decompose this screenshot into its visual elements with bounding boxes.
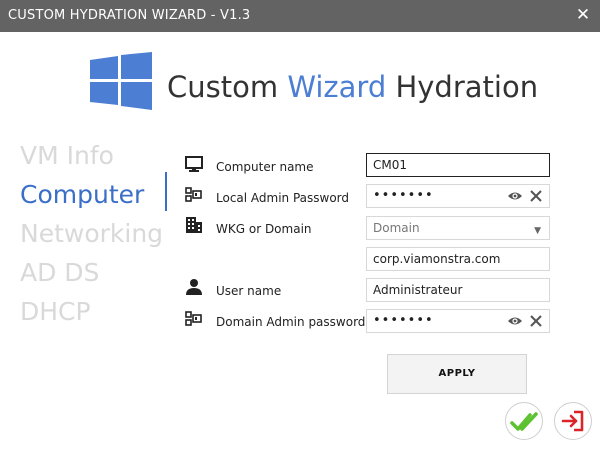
domain-admin-password-label: Domain Admin password: [216, 315, 366, 329]
clear-icon[interactable]: [529, 314, 543, 328]
double-check-icon: [510, 412, 538, 431]
monitor-icon: [185, 156, 203, 172]
user-name-value: Administrateur: [373, 283, 463, 297]
chevron-down-icon: ▼: [534, 226, 541, 236]
nav-item-dhcp[interactable]: DHCP: [20, 296, 163, 335]
wkg-or-domain-label: WKG or Domain: [216, 222, 312, 236]
domain-name-value: corp.viamonstra.com: [373, 252, 501, 266]
password-key-icon: [185, 187, 202, 202]
wkg-or-domain-value: Domain: [373, 221, 420, 235]
nav-item-ad-ds[interactable]: AD DS: [20, 257, 163, 296]
active-nav-indicator: [165, 172, 167, 211]
app-title-accent: Wizard: [287, 70, 387, 104]
domain-admin-password-input[interactable]: •••••••: [366, 309, 550, 333]
confirm-button[interactable]: [505, 402, 543, 440]
domain-name-input[interactable]: corp.viamonstra.com: [366, 247, 550, 271]
eye-icon[interactable]: [507, 315, 523, 327]
apply-button[interactable]: APPLY: [387, 354, 527, 394]
computer-name-input[interactable]: CM01: [366, 153, 550, 177]
app-title-part2: Hydration: [386, 70, 539, 104]
local-admin-password-value: •••••••: [373, 188, 434, 203]
exit-button[interactable]: [554, 402, 592, 440]
user-name-input[interactable]: Administrateur: [366, 278, 550, 302]
app-title: Custom Wizard Hydration: [167, 70, 538, 104]
local-admin-password-label: Local Admin Password: [216, 191, 350, 205]
windows-logo-icon: [90, 52, 152, 110]
password-key-icon: [185, 311, 202, 326]
computer-name-label: Computer name: [216, 160, 314, 174]
wkg-or-domain-select[interactable]: Domain ▼: [366, 216, 550, 240]
wizard-nav: VM Info Computer Networking AD DS DHCP: [20, 140, 163, 335]
title-bar: CUSTOM HYDRATION WIZARD - V1.3 ✕: [0, 0, 600, 32]
nav-item-vm-info[interactable]: VM Info: [20, 140, 163, 179]
eye-icon[interactable]: [507, 190, 523, 202]
domain-admin-password-value: •••••••: [373, 313, 434, 328]
app-title-part1: Custom: [167, 70, 288, 104]
nav-item-networking[interactable]: Networking: [20, 218, 163, 257]
user-name-label: User name: [216, 284, 282, 298]
building-icon: [186, 217, 202, 233]
window-title: CUSTOM HYDRATION WIZARD - V1.3: [8, 8, 251, 23]
nav-item-computer[interactable]: Computer: [20, 179, 163, 218]
clear-icon[interactable]: [529, 189, 543, 203]
computer-name-value: CM01: [373, 158, 408, 172]
exit-icon: [561, 410, 584, 432]
close-icon[interactable]: ✕: [572, 4, 594, 26]
local-admin-password-input[interactable]: •••••••: [366, 184, 550, 208]
user-icon: [186, 279, 202, 295]
